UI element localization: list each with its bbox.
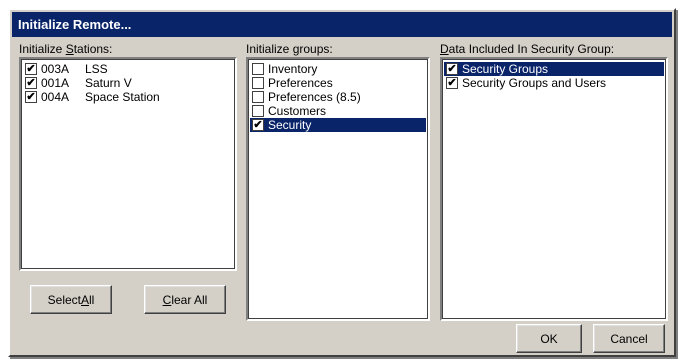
security-data-label: Security Groups xyxy=(462,62,549,76)
checkmark-icon: ✔ xyxy=(447,77,457,89)
checkmark-icon: ✔ xyxy=(26,63,36,75)
security-data-row[interactable]: ✔ Security Groups and Users xyxy=(444,76,664,90)
select-all-button[interactable]: Select All xyxy=(30,285,112,314)
station-name: Space Station xyxy=(85,90,160,104)
window-title: Initialize Remote... xyxy=(18,17,132,32)
cancel-button[interactable]: Cancel xyxy=(593,324,665,353)
group-label: Preferences (8.5) xyxy=(268,90,361,104)
group-checkbox[interactable]: ✔ xyxy=(252,119,264,131)
station-name: Saturn V xyxy=(85,76,132,90)
stations-list[interactable]: ✔ 003A LSS ✔ 001A Saturn V ✔ 004A Space Sta… xyxy=(19,57,237,271)
station-row[interactable]: ✔ 001A Saturn V xyxy=(23,76,233,90)
group-checkbox[interactable] xyxy=(252,91,264,103)
station-name: LSS xyxy=(85,62,108,76)
checkmark-icon: ✔ xyxy=(253,119,263,131)
title-bar: Initialize Remote... xyxy=(12,12,672,37)
security-data-row-selected[interactable]: ✔ Security Groups xyxy=(444,62,664,76)
group-row-selected[interactable]: ✔ Security xyxy=(250,118,426,132)
group-row[interactable]: Inventory xyxy=(250,62,426,76)
station-row[interactable]: ✔ 003A LSS xyxy=(23,62,233,76)
security-data-list[interactable]: ✔ Security Groups ✔ Security Groups and … xyxy=(440,57,668,321)
station-checkbox[interactable]: ✔ xyxy=(25,63,37,75)
initialize-remote-dialog: Initialize Remote... Initialize Stations… xyxy=(8,8,676,357)
group-checkbox[interactable] xyxy=(252,77,264,89)
group-checkbox[interactable] xyxy=(252,63,264,75)
security-data-checkbox[interactable]: ✔ xyxy=(446,77,458,89)
security-data-checkbox[interactable]: ✔ xyxy=(446,63,458,75)
group-label: Preferences xyxy=(268,76,333,90)
station-row[interactable]: ✔ 004A Space Station xyxy=(23,90,233,104)
group-label: Security xyxy=(268,118,312,132)
station-code: 004A xyxy=(41,90,70,104)
group-label: Inventory xyxy=(268,62,318,76)
stations-label: Initialize Stations: xyxy=(19,42,113,56)
checkmark-icon: ✔ xyxy=(26,91,36,103)
groups-label: Initialize groups: xyxy=(246,42,333,56)
station-code: 003A xyxy=(41,62,70,76)
station-code: 001A xyxy=(41,76,70,90)
checkmark-icon: ✔ xyxy=(447,63,457,75)
clear-all-button[interactable]: Clear All xyxy=(144,285,226,314)
checkmark-icon: ✔ xyxy=(26,77,36,89)
ok-button[interactable]: OK xyxy=(516,324,582,353)
security-data-label: Data Included In Security Group: xyxy=(440,42,615,56)
station-checkbox[interactable]: ✔ xyxy=(25,91,37,103)
group-checkbox[interactable] xyxy=(252,105,264,117)
group-row[interactable]: Preferences xyxy=(250,76,426,90)
groups-list[interactable]: Inventory Preferences Preferences (8.5) … xyxy=(246,57,430,321)
group-row[interactable]: Customers xyxy=(250,104,426,118)
security-data-label: Security Groups and Users xyxy=(462,76,607,90)
group-row[interactable]: Preferences (8.5) xyxy=(250,90,426,104)
station-checkbox[interactable]: ✔ xyxy=(25,77,37,89)
group-label: Customers xyxy=(268,104,327,118)
